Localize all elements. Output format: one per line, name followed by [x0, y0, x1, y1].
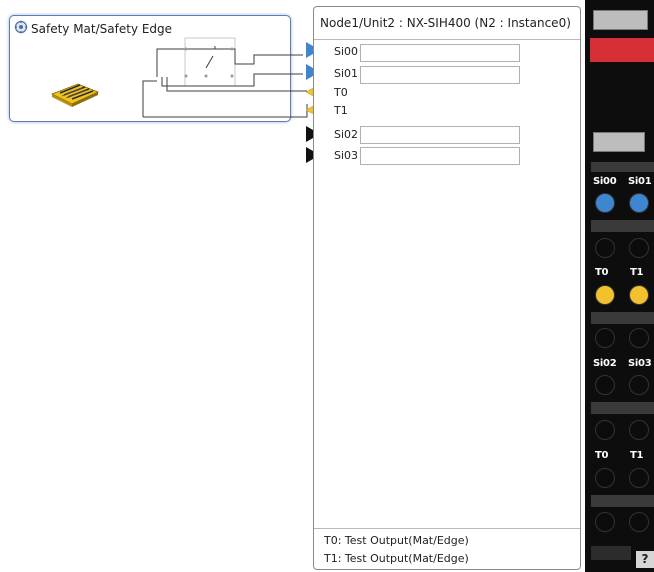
terminal-divider	[591, 220, 654, 232]
terminal-blank-2a[interactable]	[595, 328, 615, 348]
terminal-si02[interactable]	[595, 375, 615, 395]
port-field-si03[interactable]	[360, 147, 520, 165]
port-label-t0: T0	[334, 86, 348, 99]
unit-mid-latch	[593, 132, 645, 152]
terminal-blank-1a[interactable]	[595, 238, 615, 258]
port-field-si02[interactable]	[360, 126, 520, 144]
terminal-label-t1: T1	[630, 267, 644, 278]
device-card-safety-mat[interactable]: Safety Mat/Safety Edge	[9, 15, 308, 122]
unit-panel: Node1/Unit2 : NX-SIH400 (N2 : Instance0)…	[313, 6, 581, 570]
terminal-label-si00: Si00	[593, 176, 617, 187]
port-field-si01[interactable]	[360, 66, 520, 84]
terminal-blank-3b[interactable]	[629, 420, 649, 440]
terminal-t1-lower[interactable]	[629, 468, 649, 488]
terminal-si01[interactable]	[629, 193, 649, 213]
terminal-t1[interactable]	[629, 285, 649, 305]
port-label-t1: T1	[334, 104, 348, 117]
terminal-si00[interactable]	[595, 193, 615, 213]
terminal-label-t0: T0	[595, 267, 609, 278]
note-t1: T1: Test Output(Mat/Edge)	[324, 552, 469, 565]
terminal-divider	[591, 162, 654, 172]
port-label-si01: Si01	[334, 67, 359, 80]
terminal-label-si01: Si01	[628, 176, 652, 187]
terminal-si03[interactable]	[629, 375, 649, 395]
terminal-divider	[591, 495, 654, 507]
title-divider	[314, 39, 580, 40]
unit-top-latch	[593, 10, 648, 30]
terminal-label-si02: Si02	[593, 358, 617, 369]
unit-title: Node1/Unit2 : NX-SIH400 (N2 : Instance0)	[320, 16, 571, 30]
notes-divider	[314, 528, 580, 529]
status-indicator	[590, 38, 654, 62]
port-label-si02: Si02	[334, 128, 359, 141]
help-button[interactable]: ?	[636, 551, 654, 568]
terminal-divider	[591, 402, 654, 414]
terminal-blank-2b[interactable]	[629, 328, 649, 348]
terminal-t0[interactable]	[595, 285, 615, 305]
terminal-blank-4a[interactable]	[595, 512, 615, 532]
terminal-label-t1-lower: T1	[630, 450, 644, 461]
terminal-divider	[591, 312, 654, 324]
terminal-blank-4b[interactable]	[629, 512, 649, 532]
terminal-blank-1b[interactable]	[629, 238, 649, 258]
note-t0: T0: Test Output(Mat/Edge)	[324, 534, 469, 547]
port-label-si00: Si00	[334, 45, 359, 58]
wiring-diagram	[142, 37, 308, 118]
unit-bottom-latch	[591, 546, 631, 560]
terminal-label-t0-lower: T0	[595, 450, 609, 461]
hardware-unit-view: Si00 Si01 T0 T1 Si02 Si03 T0 T1	[585, 0, 654, 572]
terminal-blank-3a[interactable]	[595, 420, 615, 440]
terminal-t0-lower[interactable]	[595, 468, 615, 488]
port-field-si00[interactable]	[360, 44, 520, 62]
port-label-si03: Si03	[334, 149, 359, 162]
terminal-label-si03: Si03	[628, 358, 652, 369]
